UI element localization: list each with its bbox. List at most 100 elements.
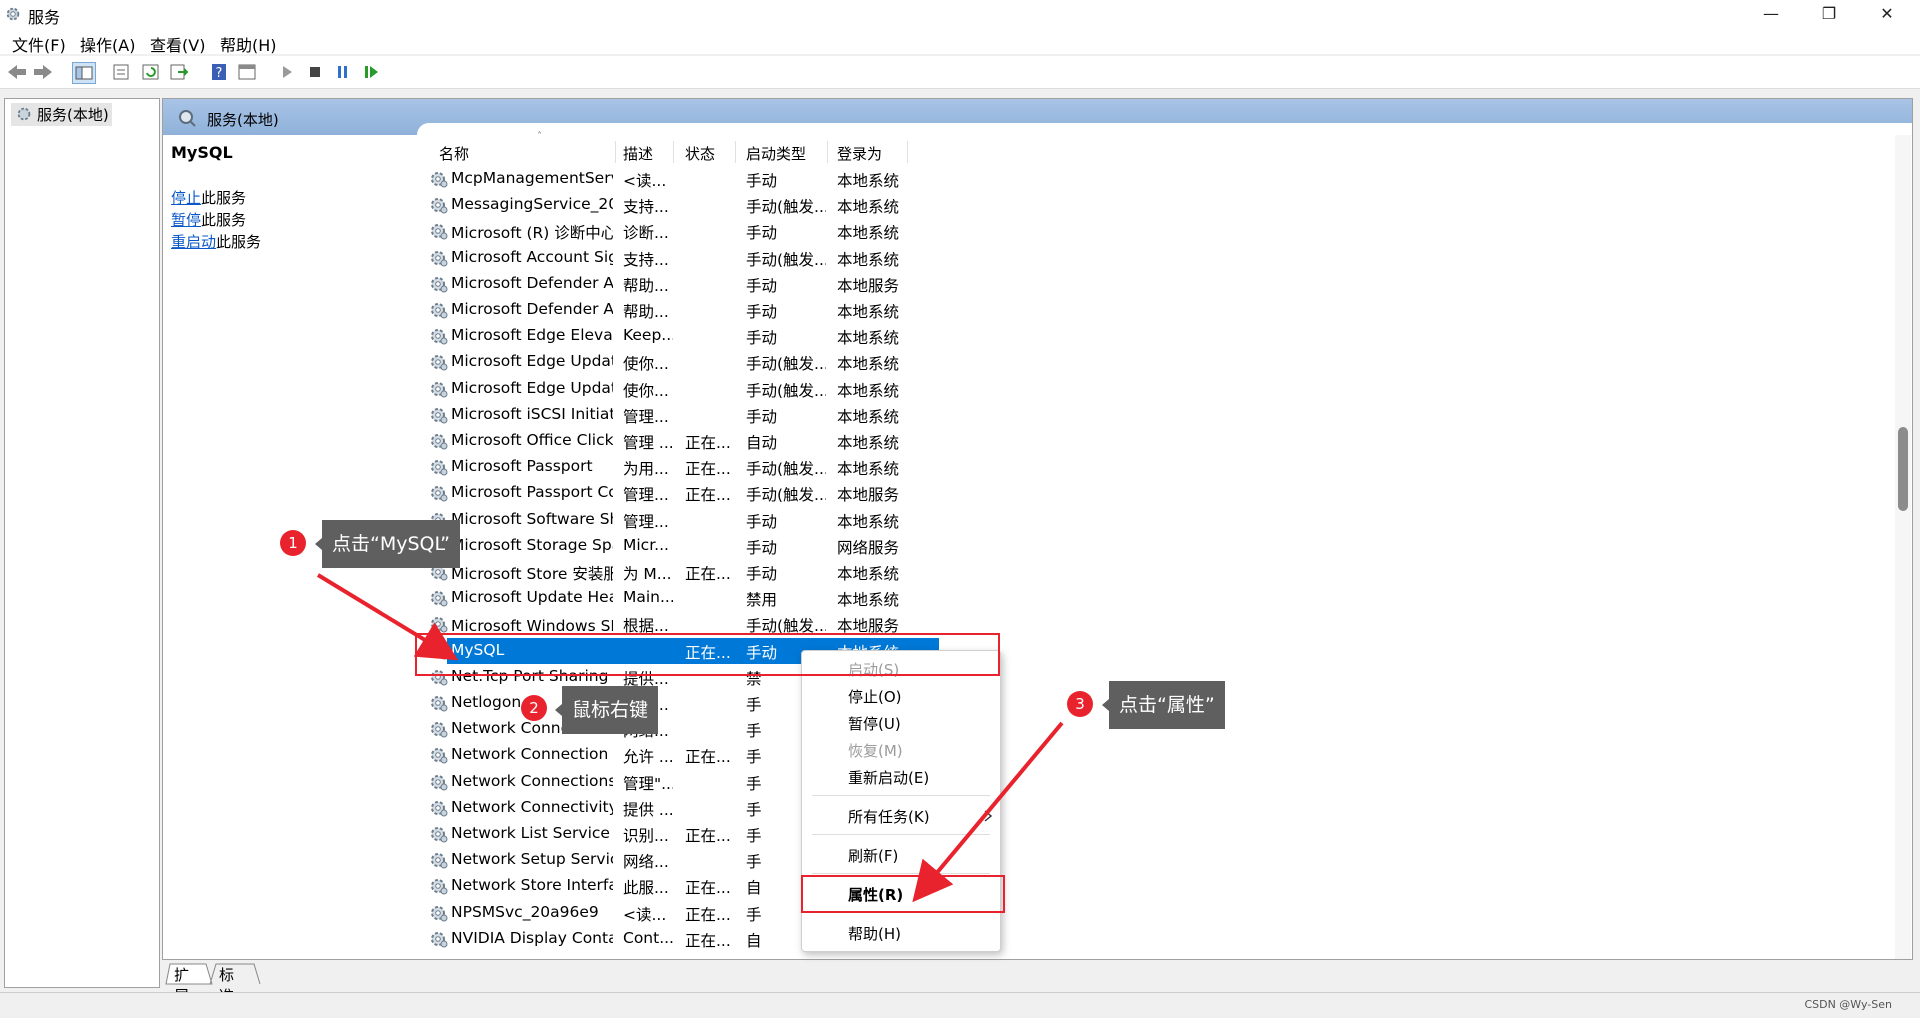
service-row[interactable]: Network Setup Service 网络... 手 — [429, 847, 1109, 873]
menu-file[interactable]: 文件(F) — [12, 32, 66, 56]
cell-desc: 使你... — [623, 355, 669, 374]
action-suffix: 此服务 — [201, 211, 247, 229]
refresh-icon[interactable] — [140, 62, 162, 82]
minimize-button[interactable]: — — [1742, 0, 1800, 28]
service-row[interactable]: Network List Service 识别... 正在... 手 — [429, 821, 1109, 847]
stop-icon[interactable] — [304, 62, 326, 82]
menu-view[interactable]: 查看(V) — [150, 32, 205, 56]
service-row[interactable]: Microsoft Defender Antivir... 帮助... 手动 本地系统 — [429, 297, 1109, 323]
cell-name: Network Connectivity Assis... — [451, 797, 613, 816]
cell-name: Microsoft (R) 诊断中心标准... — [451, 224, 613, 243]
cell-desc: 管理... — [623, 407, 669, 426]
view-icon[interactable] — [236, 62, 258, 82]
action-suffix: 此服务 — [201, 189, 247, 207]
column-separator[interactable] — [615, 141, 616, 163]
pause-icon[interactable] — [332, 62, 354, 82]
cell-desc: 识别... — [623, 827, 669, 845]
service-row[interactable]: Microsoft Update Health S... Main... 禁用 本地系… — [429, 585, 1109, 611]
service-row[interactable]: Microsoft Defender Antivir... 帮助... 手动 本地服务 — [429, 271, 1109, 297]
close-button[interactable]: ✕ — [1858, 0, 1916, 28]
service-gear-icon — [429, 850, 449, 870]
cell-logon: 本地系统 — [837, 565, 900, 583]
service-row[interactable]: Microsoft Storage Spaces S... Micr... 手动 网络… — [429, 533, 1109, 559]
service-row[interactable]: Microsoft Software Shado... 管理... 手动 本地系统 — [429, 507, 1109, 533]
cell-desc: Micr... — [623, 535, 669, 554]
cell-desc: 支持... — [623, 198, 669, 217]
properties-icon[interactable] — [110, 62, 132, 82]
step-1-badge: 1 — [280, 530, 306, 556]
service-row[interactable]: Network Connectivity Assis...提供 ...手 — [429, 795, 1109, 821]
service-gear-icon — [429, 903, 449, 923]
cell-start: 手动 — [746, 224, 778, 243]
service-row[interactable]: Microsoft Account Sign-in ... 支持... 手动(触发.… — [429, 245, 1109, 271]
menu-item-pause[interactable]: 暂停(U) — [848, 713, 901, 734]
column-header-logon-as[interactable]: 登录为 — [837, 143, 882, 164]
service-row[interactable]: Microsoft Edge Elevation S... Keep... 手动 本地… — [429, 323, 1109, 349]
service-row[interactable]: Microsoft (R) 诊断中心标准... 诊断... 手动 本地系统 — [429, 218, 1109, 244]
service-gear-icon — [429, 274, 449, 294]
cell-desc: 管理... — [623, 486, 669, 505]
forward-icon[interactable] — [32, 62, 54, 82]
column-header-description[interactable]: 描述 — [623, 143, 653, 164]
window-title: 服务 — [28, 8, 61, 27]
cell-logon: 本地系统 — [837, 172, 900, 190]
column-separator[interactable] — [735, 141, 736, 163]
service-gear-icon — [429, 798, 449, 818]
cell-logon: 本地系统 — [837, 591, 900, 610]
column-header-startup-type[interactable]: 启动类型 — [746, 143, 806, 164]
column-separator[interactable] — [907, 141, 908, 163]
service-row[interactable]: Microsoft iSCSI Initiator Ser... 管理... 手动 本… — [429, 402, 1109, 428]
tree-item-services-local[interactable]: 服务(本地) — [11, 103, 112, 126]
service-row[interactable]: Network Store Interface Se...此服...正在...自 — [429, 873, 1109, 899]
export-icon[interactable] — [168, 62, 190, 82]
cell-logon: 本地系统 — [837, 512, 900, 531]
back-icon[interactable] — [6, 62, 28, 82]
service-row[interactable]: Microsoft Passport 为用... 正在... 手动(触发... 本地系统 — [429, 454, 1109, 480]
column-separator[interactable] — [673, 141, 674, 163]
menu-help[interactable]: 帮助(H) — [220, 32, 277, 56]
step-2-callout: 鼠标右键 — [554, 686, 659, 734]
service-row[interactable]: NPSMSvc_20a96e9 <读... 正在... 手 — [429, 900, 1109, 926]
service-row[interactable]: Microsoft Office Click-to-R... 管理 ... 正在..… — [429, 428, 1109, 454]
column-separator[interactable] — [827, 141, 828, 163]
step-3-badge: 3 — [1067, 691, 1093, 717]
service-row[interactable]: Microsoft Edge Update Ser... 使你... 手动(触发..… — [429, 376, 1109, 402]
cell-start: 手动(触发... — [746, 198, 826, 217]
scrollbar-thumb[interactable] — [1898, 427, 1908, 511]
cell-logon: 本地服务 — [837, 486, 900, 505]
menu-action[interactable]: 操作(A) — [80, 32, 135, 56]
menu-item-all-tasks[interactable]: 所有任务(K) — [848, 806, 930, 827]
service-row[interactable]: Microsoft Passport Container 管理... 正在... 手动… — [429, 480, 1109, 506]
cell-name: Microsoft Edge Update Ser... — [451, 378, 613, 397]
cell-logon: 本地系统 — [837, 355, 900, 374]
menu-item-help[interactable]: 帮助(H) — [848, 923, 901, 944]
restart-icon[interactable] — [360, 62, 382, 82]
selected-service-name: MySQL — [171, 143, 233, 162]
menu-item-resume[interactable]: 恢复(M) — [848, 740, 903, 761]
menu-item-stop[interactable]: 停止(O) — [848, 686, 902, 707]
service-row[interactable]: Network Connection Broker允许 ...正在...手 — [429, 742, 1109, 768]
restore-button[interactable]: ❐ — [1800, 0, 1858, 28]
stop-service-link[interactable]: 停止 — [171, 189, 201, 207]
menu-bar: 文件(F) 操作(A) 查看(V) 帮助(H) — [0, 28, 1920, 56]
cell-name: Network Connections — [451, 771, 613, 790]
service-row[interactable]: MessagingService_20a96e9 支持... 手动(触发... 本地系… — [429, 192, 1109, 218]
show-tree-icon[interactable] — [72, 62, 96, 84]
restart-service-link[interactable]: 重启动 — [171, 233, 216, 251]
pane-header-title: 服务(本地) — [207, 111, 279, 129]
menu-item-restart[interactable]: 重新启动(E) — [848, 767, 929, 788]
service-row[interactable]: McpManagementService <读... 手动 本地系统 — [429, 166, 1109, 192]
vertical-scrollbar[interactable] — [1895, 135, 1911, 959]
service-row[interactable]: NVIDIA Display Container LSCont...正在...自 — [429, 926, 1109, 952]
service-row[interactable]: Network Connections 管理"... 手 — [429, 769, 1109, 795]
cell-name: Microsoft iSCSI Initiator Ser... — [451, 404, 613, 423]
start-icon[interactable] — [276, 62, 298, 82]
help-icon[interactable]: ? — [208, 62, 230, 82]
cell-start: 自动 — [746, 434, 778, 452]
service-row[interactable]: Microsoft Edge Update Ser... 使你... 手动(触发..… — [429, 349, 1109, 375]
menu-item-refresh[interactable]: 刷新(F) — [848, 845, 898, 866]
column-header-status[interactable]: 状态 — [685, 143, 715, 164]
pause-service-link[interactable]: 暂停 — [171, 211, 201, 229]
service-row[interactable]: Microsoft Store 安装服务为 M... 正在... 手动 本地系统 — [429, 559, 1109, 585]
column-header-name[interactable]: 名称 — [439, 143, 469, 164]
